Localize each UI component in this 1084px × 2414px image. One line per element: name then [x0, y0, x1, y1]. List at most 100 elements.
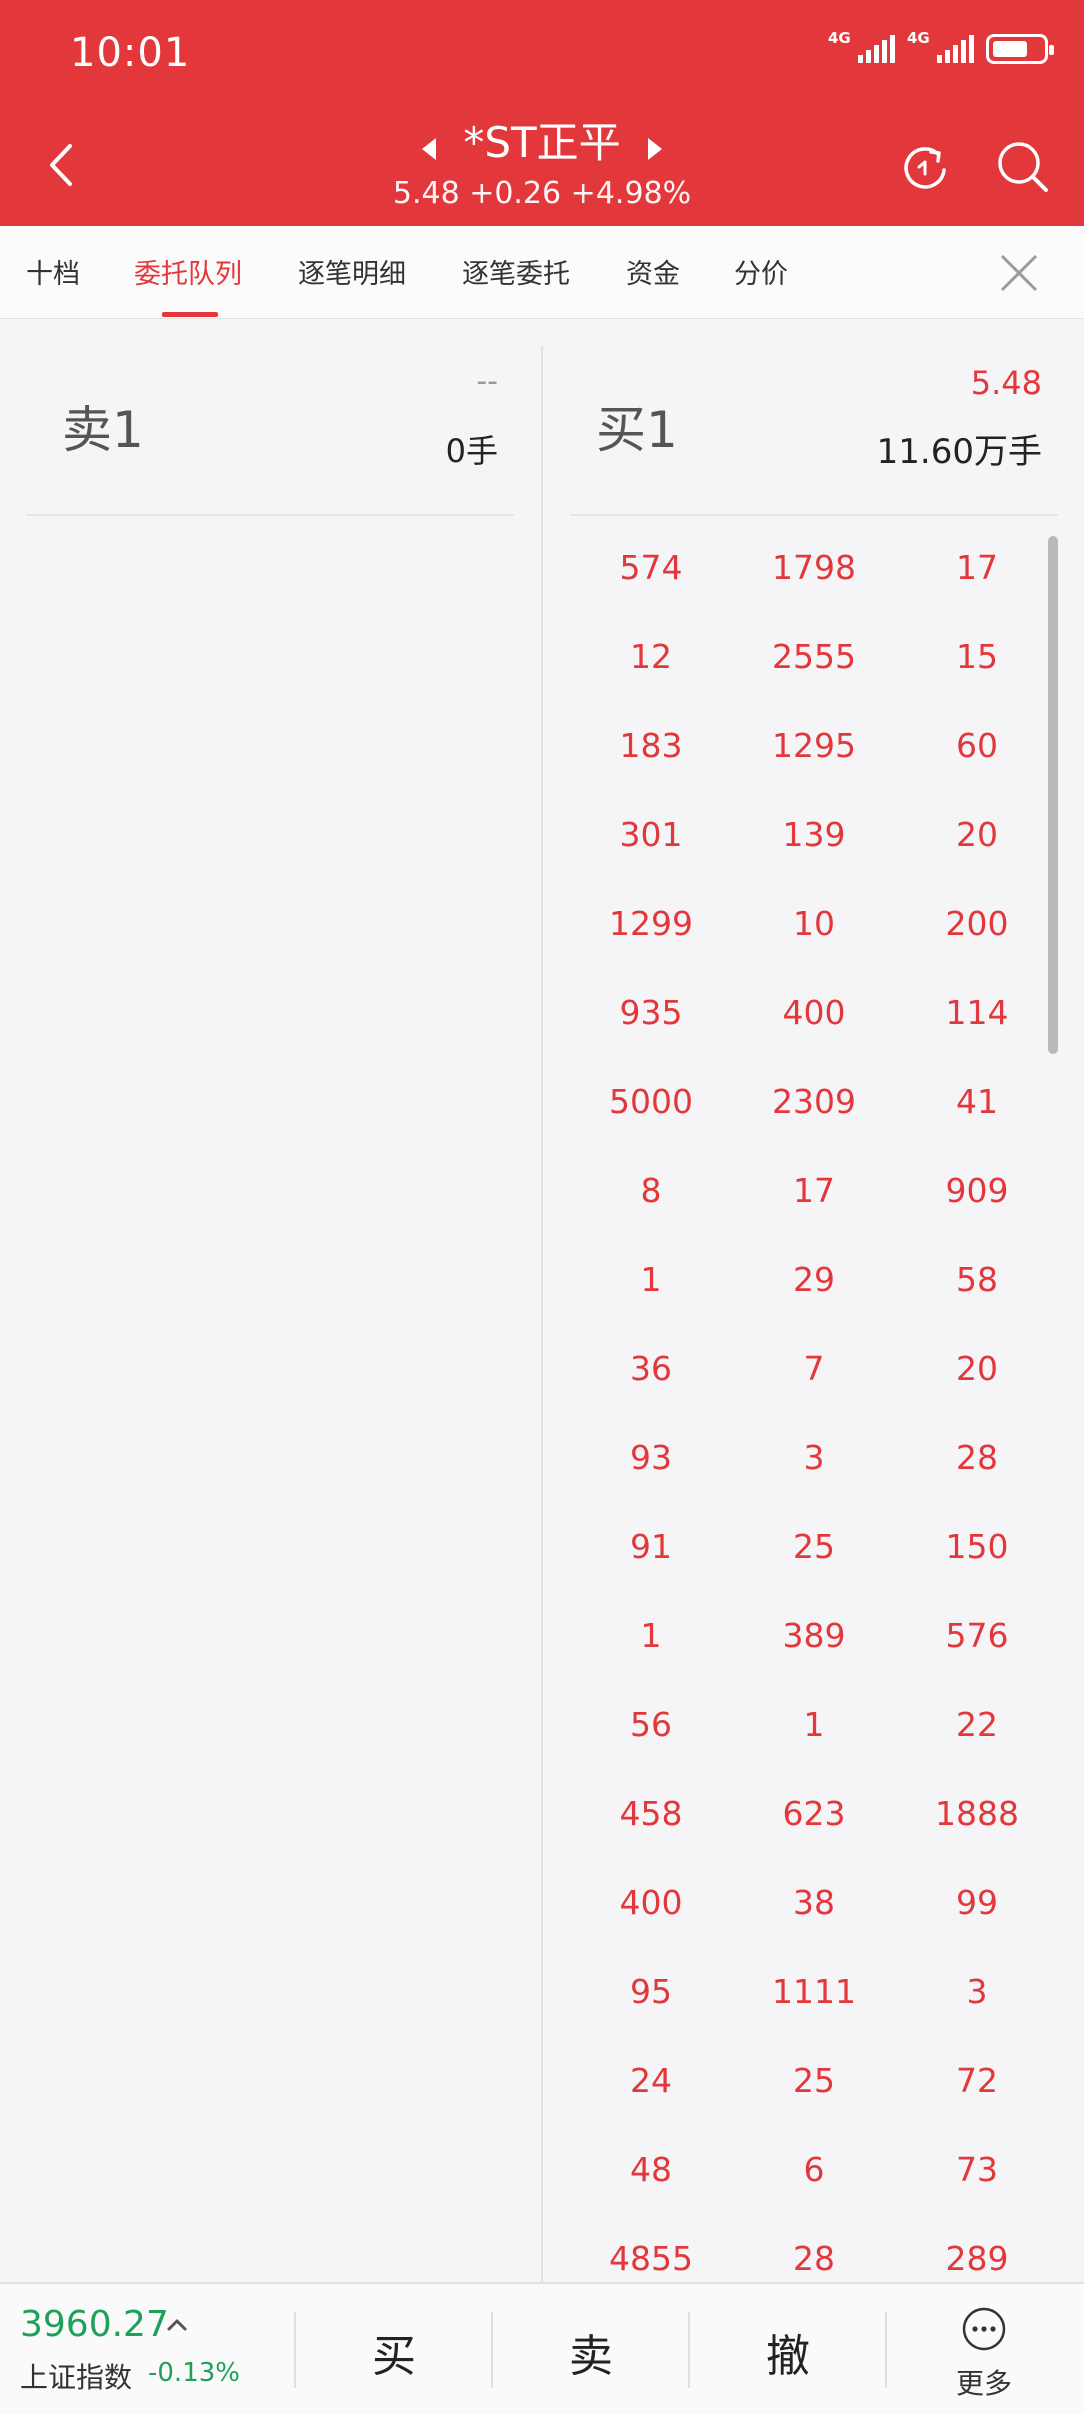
next-stock-button[interactable]: [647, 137, 662, 160]
queue-order-volume: 20: [956, 1349, 998, 1388]
queue-order-volume: 12: [630, 637, 672, 676]
tab-order-queue[interactable]: 委托队列: [134, 252, 242, 291]
queue-order-volume: 38: [793, 1883, 835, 1922]
refresh-icon: [904, 147, 946, 189]
queue-order-volume: 935: [619, 993, 683, 1032]
cancel-order-button[interactable]: 撤: [738, 2320, 838, 2384]
queue-order-volume: 1295: [772, 726, 856, 765]
header-bar: 10:01 4G 4G *ST正平 5.48 +0.26 +4.98%: [0, 0, 1084, 226]
queue-order-volume: 200: [945, 904, 1009, 943]
queue-order-volume: 72: [956, 2061, 998, 2100]
divider: [885, 2312, 887, 2388]
sell1-price: --: [476, 364, 498, 399]
stock-name: *ST正平: [463, 118, 621, 167]
index-change: -0.13%: [148, 2358, 240, 2388]
queue-order-volume: 2309: [772, 1082, 856, 1121]
refresh-button[interactable]: [898, 140, 952, 194]
queue-order-volume: 25: [793, 1527, 835, 1566]
more-icon[interactable]: [961, 2306, 1007, 2352]
queue-order-volume: 4855: [609, 2239, 693, 2278]
queue-order-volume: 1299: [609, 904, 693, 943]
queue-order-volume: 10: [793, 904, 835, 943]
close-button[interactable]: [998, 252, 1040, 294]
queue-order-volume: 6: [803, 2150, 825, 2189]
queue-order-volume: 24: [630, 2061, 672, 2100]
queue-order-volume: 20: [956, 815, 998, 854]
queue-order-volume: 909: [945, 1171, 1009, 1210]
queue-order-volume: 150: [945, 1527, 1009, 1566]
divider: [491, 2312, 493, 2388]
queue-order-volume: 48: [630, 2150, 672, 2189]
sell-button[interactable]: 卖: [541, 2320, 641, 2384]
tab-trade-details[interactable]: 逐笔明细: [298, 252, 406, 291]
scrollbar[interactable]: [1048, 536, 1058, 1054]
queue-order-volume: 56: [630, 1705, 672, 1744]
queue-order-volume: 41: [956, 1082, 998, 1121]
signal-icon: 4G: [828, 29, 895, 63]
queue-order-volume: 7: [803, 1349, 825, 1388]
queue-order-volume: 301: [619, 815, 683, 854]
panel-divider: [541, 346, 543, 2282]
queue-order-volume: 389: [782, 1616, 846, 1655]
battery-icon: [986, 34, 1054, 64]
buy1-label: 买1: [596, 401, 678, 459]
tab-bar: 十档 委托队列 逐笔明细 逐笔委托 资金 分价: [0, 226, 1084, 319]
index-name: 上证指数: [20, 2361, 133, 2394]
sell1-volume: 0手: [445, 432, 498, 470]
queue-order-volume: 91: [630, 1527, 672, 1566]
queue-order-volume: 623: [782, 1794, 846, 1833]
buy-button[interactable]: 买: [344, 2320, 444, 2384]
queue-order-volume: 93: [630, 1438, 672, 1477]
queue-order-volume: 17: [793, 1171, 835, 1210]
queue-order-volume: 73: [956, 2150, 998, 2189]
queue-order-volume: 28: [956, 1438, 998, 1477]
queue-order-volume: 1: [640, 1616, 662, 1655]
queue-order-volume: 289: [945, 2239, 1009, 2278]
buy1-price: 5.48: [970, 364, 1042, 402]
queue-order-volume: 1: [640, 1260, 662, 1299]
status-time: 10:01: [70, 30, 191, 76]
tab-capital[interactable]: 资金: [626, 252, 680, 291]
queue-order-volume: 5000: [609, 1082, 693, 1121]
queue-order-volume: 95: [630, 1972, 672, 2011]
queue-order-volume: 2555: [772, 637, 856, 676]
signal-icon: 4G: [907, 29, 974, 63]
queue-order-volume: 29: [793, 1260, 835, 1299]
queue-order-volume: 576: [945, 1616, 1009, 1655]
queue-order-volume: 15: [956, 637, 998, 676]
search-button[interactable]: [994, 138, 1052, 196]
active-tab-indicator: [162, 312, 218, 317]
queue-order-volume: 25: [793, 2061, 835, 2100]
queue-order-volume: 58: [956, 1260, 998, 1299]
queue-order-volume: 1111: [772, 1972, 856, 2011]
prev-stock-button[interactable]: [422, 137, 437, 160]
divider: [688, 2312, 690, 2388]
bottom-toolbar: 3960.27 上证指数 -0.13% 买 卖 撤 更多: [0, 2282, 1084, 2414]
queue-order-volume: 1888: [935, 1794, 1019, 1833]
queue-order-volume: 36: [630, 1349, 672, 1388]
more-button-label[interactable]: 更多: [944, 2362, 1024, 2402]
queue-order-volume: 8: [640, 1171, 662, 1210]
buy1-volume: 11.60万手: [876, 432, 1042, 472]
queue-order-volume: 17: [956, 548, 998, 587]
queue-order-volume: 99: [956, 1883, 998, 1922]
queue-order-volume: 139: [782, 815, 846, 854]
queue-order-volume: 400: [619, 1883, 683, 1922]
queue-order-volume: 458: [619, 1794, 683, 1833]
buy-queue-list[interactable]: 574 1798 17 12 2555 15 183 1295 60 301 139 20 1299 10…: [570, 540, 1058, 2282]
queue-order-volume: 114: [945, 993, 1009, 1032]
close-icon: [1000, 254, 1038, 292]
queue-order-volume: 3: [803, 1438, 825, 1477]
chevron-up-icon[interactable]: [166, 2314, 188, 2336]
queue-order-volume: 400: [782, 993, 846, 1032]
queue-order-volume: 1: [803, 1705, 825, 1744]
queue-order-volume: 1798: [772, 548, 856, 587]
tab-tick-orders[interactable]: 逐笔委托: [462, 252, 570, 291]
search-icon: [998, 142, 1048, 192]
index-value[interactable]: 3960.27: [20, 2304, 169, 2345]
tab-price-distribution[interactable]: 分价: [734, 252, 788, 291]
divider: [570, 514, 1058, 516]
tab-ten-levels[interactable]: 十档: [26, 252, 80, 291]
queue-order-volume: 60: [956, 726, 998, 765]
queue-order-volume: 28: [793, 2239, 835, 2278]
